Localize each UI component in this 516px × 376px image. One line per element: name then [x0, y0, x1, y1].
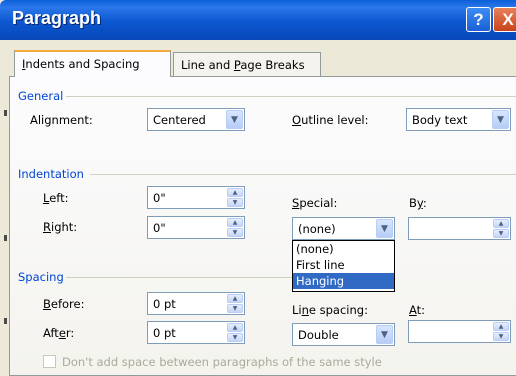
spacing-before-spinner[interactable]: ▲ ▼ — [227, 294, 243, 313]
left-edge-marker — [4, 235, 7, 241]
spacing-after-value: 0 pt — [153, 326, 176, 340]
spin-up-icon[interactable]: ▲ — [493, 322, 509, 331]
spin-up-icon[interactable]: ▲ — [227, 218, 243, 227]
help-button[interactable]: ? — [466, 7, 491, 32]
by-label: By: — [409, 196, 427, 210]
outline-level-select[interactable]: Body text ▼ — [406, 108, 511, 131]
spacing-before-value: 0 pt — [153, 297, 176, 311]
chevron-down-icon[interactable]: ▼ — [492, 110, 509, 129]
spacing-heading: Spacing — [18, 270, 64, 284]
at-field[interactable]: ▲ ▼ — [408, 320, 511, 343]
dialog-title: Paragraph — [12, 8, 102, 28]
special-label: Special: — [292, 196, 338, 210]
left-indent-field[interactable]: 0" ▲ ▼ — [147, 186, 245, 209]
special-select[interactable]: (none) ▼ — [292, 217, 395, 240]
chevron-down-icon[interactable]: ▼ — [226, 110, 243, 129]
line-spacing-select[interactable]: Double ▼ — [292, 323, 395, 346]
spin-up-icon[interactable]: ▲ — [227, 294, 243, 303]
option-none[interactable]: (none) — [293, 241, 394, 257]
at-spinner[interactable]: ▲ ▼ — [493, 322, 509, 341]
at-label: At: — [409, 303, 426, 317]
spin-down-icon[interactable]: ▼ — [227, 228, 243, 237]
option-hanging[interactable]: Hanging — [293, 273, 394, 289]
general-separator — [66, 96, 516, 97]
close-button[interactable]: X — [493, 7, 516, 32]
left-indent-label: Left: — [43, 191, 69, 205]
special-options-list[interactable]: (none) First line Hanging — [292, 240, 395, 292]
title-bar[interactable]: Paragraph ? X — [0, 0, 516, 40]
indentation-heading: Indentation — [18, 167, 84, 181]
spin-down-icon[interactable]: ▼ — [227, 198, 243, 207]
alignment-select[interactable]: Centered ▼ — [147, 108, 245, 131]
spin-up-icon[interactable]: ▲ — [493, 219, 509, 228]
tab-label-post: age Breaks — [240, 58, 305, 72]
general-heading: General — [18, 89, 64, 103]
tab-label-post: ndents and Spacing — [25, 57, 140, 71]
line-spacing-label: Line spacing: — [292, 303, 368, 317]
outline-level-label: Outline level: — [292, 113, 369, 127]
chevron-down-icon[interactable]: ▼ — [376, 219, 393, 238]
before-label: Before: — [43, 297, 85, 311]
left-indent-value: 0" — [153, 191, 166, 205]
spacing-separator — [66, 277, 292, 278]
indentation-separator — [90, 174, 516, 175]
spacing-after-field[interactable]: 0 pt ▲ ▼ — [147, 321, 245, 344]
chevron-down-icon[interactable]: ▼ — [376, 325, 393, 344]
right-indent-label: Right: — [43, 220, 78, 234]
line-spacing-value: Double — [298, 328, 339, 342]
outline-level-value: Body text — [412, 113, 468, 127]
left-edge-marker — [4, 110, 7, 116]
spin-down-icon[interactable]: ▼ — [493, 229, 509, 238]
no-space-same-style-label: Don't add space between paragraphs of th… — [62, 355, 382, 369]
spin-up-icon[interactable]: ▲ — [227, 323, 243, 332]
alignment-label: Alignment: — [30, 113, 93, 127]
no-space-same-style-checkbox[interactable] — [43, 355, 56, 368]
right-indent-field[interactable]: 0" ▲ ▼ — [147, 216, 245, 239]
left-edge-marker — [4, 318, 7, 324]
tab-line-and-page-breaks[interactable]: Line and Page Breaks — [173, 52, 321, 76]
spin-down-icon[interactable]: ▼ — [227, 333, 243, 342]
by-field[interactable]: ▲ ▼ — [408, 217, 511, 240]
spacing-after-spinner[interactable]: ▲ ▼ — [227, 323, 243, 342]
right-indent-value: 0" — [153, 221, 166, 235]
alignment-value: Centered — [153, 113, 206, 127]
tab-indents-and-spacing[interactable]: Indents and Spacing — [14, 50, 171, 77]
spin-up-icon[interactable]: ▲ — [227, 188, 243, 197]
special-value: (none) — [298, 222, 336, 236]
option-first-line[interactable]: First line — [293, 257, 394, 273]
spacing-before-field[interactable]: 0 pt ▲ ▼ — [147, 292, 245, 315]
after-label: After: — [43, 326, 75, 340]
spin-down-icon[interactable]: ▼ — [227, 304, 243, 313]
by-spinner[interactable]: ▲ ▼ — [493, 219, 509, 238]
spin-down-icon[interactable]: ▼ — [493, 332, 509, 341]
tab-label-pre: Line and — [181, 58, 234, 72]
left-indent-spinner[interactable]: ▲ ▼ — [227, 188, 243, 207]
right-indent-spinner[interactable]: ▲ ▼ — [227, 218, 243, 237]
